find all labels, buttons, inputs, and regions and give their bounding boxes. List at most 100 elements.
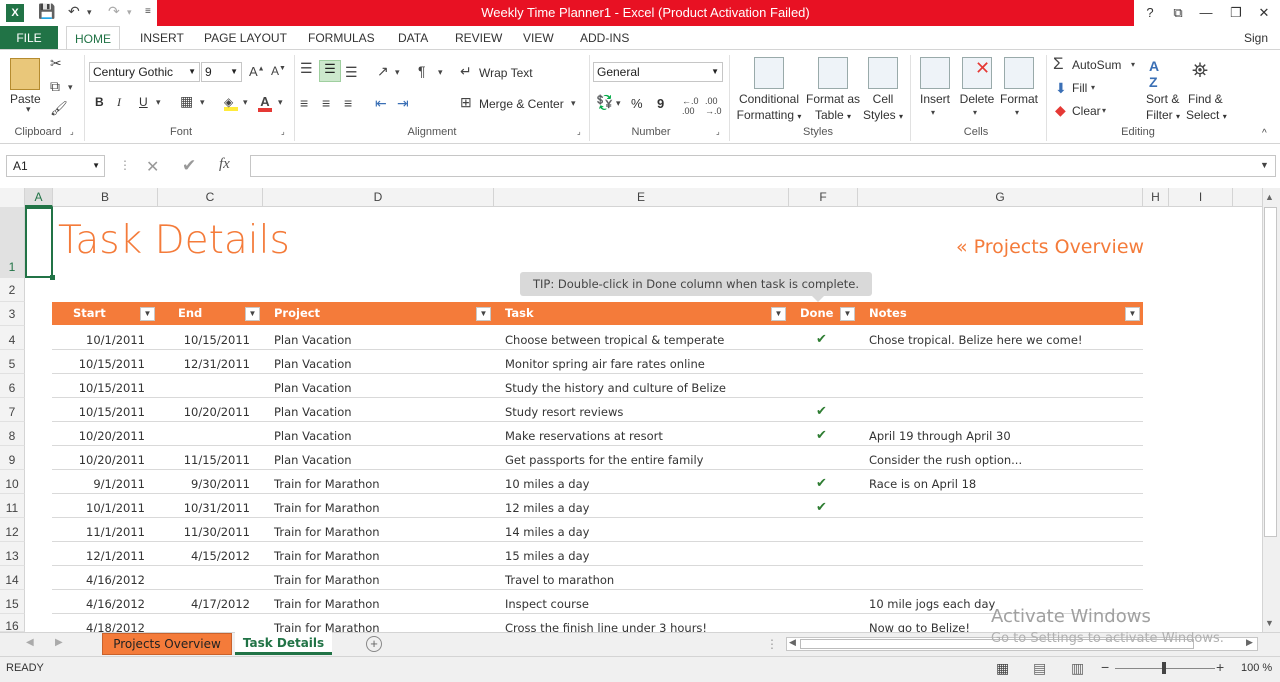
increase-decimal-icon[interactable]: ←.0.00 — [682, 96, 699, 116]
sort-filter-button[interactable]: Sort & — [1146, 92, 1179, 106]
orientation-dropdown-icon[interactable]: ▾ — [395, 67, 400, 78]
cell-notes[interactable]: Consider the rush option... — [869, 453, 1022, 467]
align-center-icon[interactable]: ≡ — [322, 95, 330, 111]
cell-project[interactable]: Train for Marathon — [274, 477, 380, 491]
cell-task[interactable]: Study the history and culture of Belize — [505, 381, 726, 395]
clear-icon[interactable]: ◆ — [1055, 102, 1066, 119]
percent-button[interactable]: % — [631, 96, 643, 111]
sort-filter-label[interactable]: Filter ▾ — [1146, 108, 1180, 122]
formula-bar-menu-icon[interactable]: ⋮ — [119, 158, 131, 172]
cell-start[interactable]: 11/1/2011 — [86, 525, 145, 539]
column-header[interactable]: E — [494, 188, 789, 207]
page-layout-view-icon[interactable]: ▤ — [1033, 660, 1046, 677]
currency-icon[interactable]: 💱 — [596, 94, 613, 111]
clear-dropdown-icon[interactable]: ▾ — [1102, 106, 1106, 115]
borders-icon[interactable]: ▦ — [180, 93, 193, 110]
formula-input[interactable] — [250, 155, 1276, 177]
row-header[interactable]: 5 — [0, 350, 25, 374]
row-header[interactable]: 9 — [0, 446, 25, 470]
cell-start[interactable]: 4/16/2012 — [86, 597, 145, 611]
align-bottom-icon[interactable]: ☰ — [345, 64, 358, 81]
insert-cells-button[interactable]: Insert — [915, 92, 955, 106]
cell-start[interactable]: 12/1/2011 — [86, 549, 145, 563]
fill-button[interactable]: Fill — [1072, 81, 1087, 95]
cell-task[interactable]: 15 miles a day — [505, 549, 589, 563]
scroll-right-icon[interactable]: ▶ — [1246, 637, 1253, 648]
scroll-thumb[interactable] — [1264, 207, 1277, 537]
cell-project[interactable]: Plan Vacation — [274, 429, 352, 443]
selected-cell-a1[interactable] — [25, 207, 53, 278]
minimize-icon[interactable]: — — [1192, 2, 1220, 24]
autosum-icon[interactable]: Σ — [1053, 54, 1064, 74]
tab-splitter-icon[interactable]: ⋮ — [766, 637, 778, 651]
cell-start[interactable]: 10/1/2011 — [86, 333, 145, 347]
cell-project[interactable]: Train for Marathon — [274, 597, 380, 611]
fill-color-dropdown-icon[interactable]: ▾ — [243, 97, 248, 108]
cell-end[interactable]: 10/15/2011 — [184, 333, 250, 347]
number-launcher-icon[interactable]: ⌟ — [716, 127, 720, 136]
currency-dropdown-icon[interactable]: ▾ — [616, 98, 621, 109]
tab-file[interactable]: FILE — [0, 26, 58, 50]
cell-end[interactable]: 4/15/2012 — [191, 549, 250, 563]
cell-end[interactable]: 10/31/2011 — [184, 501, 250, 515]
cell-done[interactable]: ✔ — [816, 428, 827, 443]
wrap-text-button[interactable]: Wrap Text — [479, 66, 533, 80]
cell-task[interactable]: 12 miles a day — [505, 501, 589, 515]
merge-center-icon[interactable]: ⊞ — [460, 94, 472, 111]
cell-end[interactable]: 4/17/2012 — [191, 597, 250, 611]
close-icon[interactable]: ✕ — [1250, 2, 1278, 24]
format-dropdown-icon[interactable]: ▾ — [1015, 108, 1019, 117]
row-header[interactable]: 8 — [0, 422, 25, 446]
collapse-ribbon-icon[interactable]: ^ — [1262, 128, 1267, 139]
filter-start-button[interactable]: ▼ — [140, 307, 155, 321]
cell-start[interactable]: 10/15/2011 — [79, 381, 145, 395]
underline-dropdown-icon[interactable]: ▾ — [156, 97, 161, 108]
customize-qat-icon[interactable]: ≡ — [145, 6, 151, 17]
next-sheet-icon[interactable]: ▶ — [55, 637, 63, 648]
tab-formulas[interactable]: FORMULAS — [300, 26, 383, 50]
filter-project-button[interactable]: ▼ — [476, 307, 491, 321]
row-header[interactable]: 3 — [0, 302, 25, 326]
column-header[interactable]: D — [263, 188, 494, 207]
sheet-tab-projects-overview[interactable]: Projects Overview — [102, 633, 232, 655]
cell-styles-label[interactable]: Styles ▾ — [860, 108, 906, 122]
decrease-indent-icon[interactable]: ⇤ — [375, 95, 387, 112]
row-header[interactable]: 14 — [0, 566, 25, 590]
cell-end[interactable]: 12/31/2011 — [184, 357, 250, 371]
font-color-dropdown-icon[interactable]: ▾ — [278, 97, 283, 108]
cell-project[interactable]: Plan Vacation — [274, 333, 352, 347]
tab-page-layout[interactable]: PAGE LAYOUT — [196, 26, 295, 50]
filter-task-button[interactable]: ▼ — [771, 307, 786, 321]
cell-end[interactable]: 10/20/2011 — [184, 405, 250, 419]
font-name-select[interactable]: Century Gothic ▼ — [89, 62, 200, 82]
format-as-table-label[interactable]: Table ▾ — [805, 108, 861, 122]
cell-styles-button[interactable]: Cell — [862, 92, 904, 106]
cell-project[interactable]: Plan Vacation — [274, 405, 352, 419]
cell-task[interactable]: Get passports for the entire family — [505, 453, 703, 467]
name-box[interactable]: A1 ▼ — [6, 155, 105, 177]
zoom-out-icon[interactable]: − — [1101, 659, 1109, 675]
copy-icon[interactable]: ⧉ — [50, 78, 60, 95]
sign-in-link[interactable]: Sign in — [1236, 26, 1280, 69]
copy-dropdown-icon[interactable]: ▾ — [68, 82, 73, 93]
cell-project[interactable]: Plan Vacation — [274, 453, 352, 467]
cell-task[interactable]: Study resort reviews — [505, 405, 623, 419]
row-header[interactable]: 7 — [0, 398, 25, 422]
clipboard-launcher-icon[interactable]: ⌟ — [70, 127, 74, 136]
format-painter-icon[interactable]: 🖌 — [50, 100, 68, 117]
redo-dropdown-icon[interactable]: ▾ — [127, 7, 132, 18]
row-header[interactable]: 16 — [0, 614, 25, 633]
conditional-formatting-button[interactable]: Conditional — [737, 92, 801, 106]
cell-notes[interactable]: 10 mile jogs each day — [869, 597, 995, 611]
decrease-font-icon[interactable]: A▼ — [271, 64, 286, 78]
number-format-select[interactable]: General ▼ — [593, 62, 723, 82]
page-break-view-icon[interactable]: ▥ — [1071, 660, 1084, 677]
row-header[interactable]: 15 — [0, 590, 25, 614]
tab-insert[interactable]: INSERT — [132, 26, 192, 50]
cell-end[interactable]: 11/15/2011 — [184, 453, 250, 467]
delete-cells-button[interactable]: Delete — [955, 92, 999, 106]
delete-dropdown-icon[interactable]: ▾ — [973, 108, 977, 117]
scroll-down-icon[interactable]: ▼ — [1265, 618, 1274, 628]
cell-task[interactable]: 14 miles a day — [505, 525, 589, 539]
italic-button[interactable]: I — [117, 95, 121, 110]
